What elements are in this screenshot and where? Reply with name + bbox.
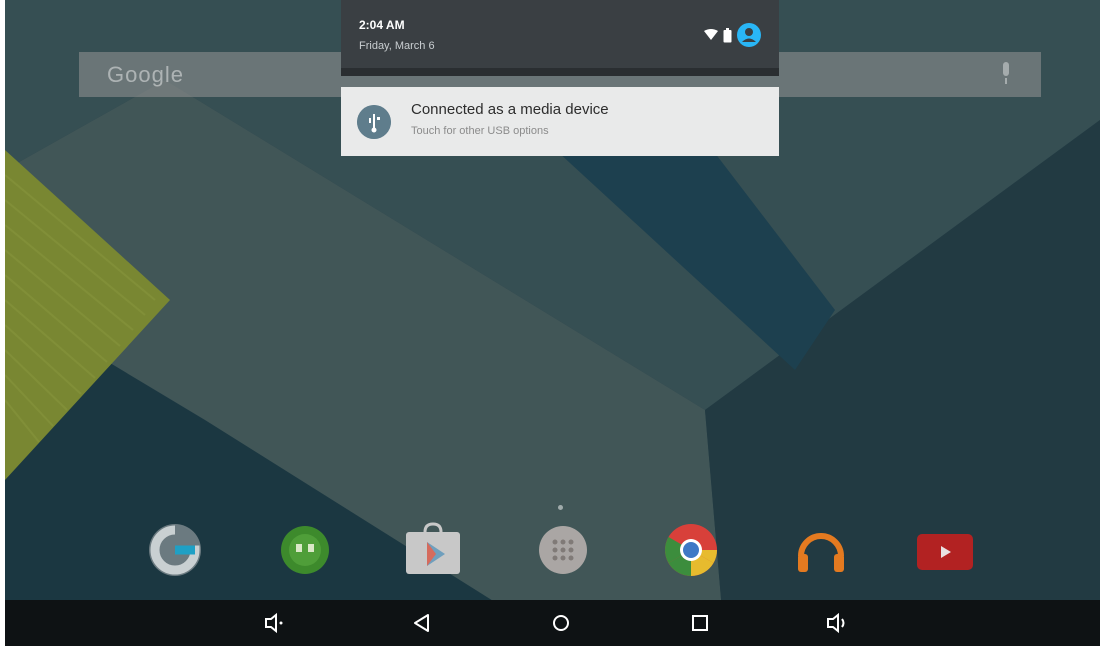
usb-notification[interactable]: Connected as a media device Touch for ot…: [341, 87, 779, 156]
user-account-icon[interactable]: [737, 23, 761, 47]
notification-title: Connected as a media device: [411, 101, 609, 118]
page-indicator: [558, 505, 563, 510]
play-music-icon[interactable]: [791, 520, 851, 580]
notification-subtitle: Touch for other USB options: [411, 125, 549, 137]
navigation-bar: [5, 600, 1100, 646]
notification-shade-header[interactable]: 2:04 AM Friday, March 6: [341, 0, 779, 76]
hangouts-icon[interactable]: [275, 520, 335, 580]
volume-down-icon[interactable]: [263, 610, 289, 636]
back-icon[interactable]: [409, 610, 435, 636]
shade-divider: [341, 68, 779, 76]
recents-icon[interactable]: [687, 610, 713, 636]
app-drawer-icon[interactable]: [533, 520, 593, 580]
wifi-icon: [704, 29, 718, 40]
clock: 2:04 AM: [359, 18, 405, 32]
battery-icon: [723, 27, 732, 42]
app-dock: [5, 520, 1100, 585]
usb-icon: [357, 105, 391, 139]
date-label: Friday, March 6: [359, 40, 435, 52]
google-app-icon[interactable]: [145, 520, 205, 580]
google-logo: Google: [107, 62, 184, 87]
status-icons: [704, 22, 761, 48]
chrome-icon[interactable]: [661, 520, 721, 580]
volume-up-icon[interactable]: [825, 610, 851, 636]
home-icon[interactable]: [548, 610, 574, 636]
mic-icon[interactable]: [999, 60, 1013, 88]
youtube-icon[interactable]: [915, 520, 975, 580]
android-home-screen: Google 2:04 AM Friday, March 6 Connected…: [5, 0, 1100, 646]
play-store-icon[interactable]: [403, 520, 463, 580]
